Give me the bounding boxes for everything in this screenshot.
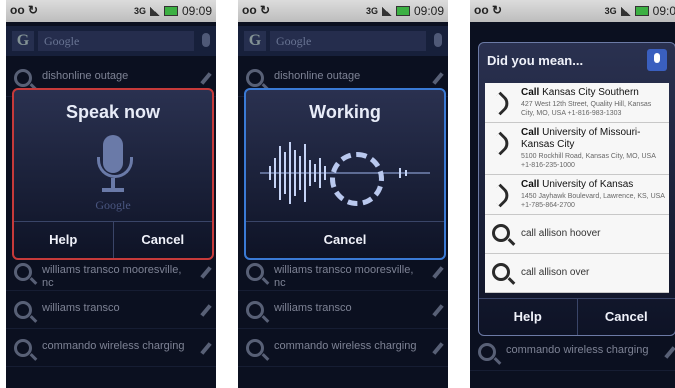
suggestion-item[interactable]: williams transco [238, 292, 448, 329]
query-item[interactable]: call allison over [485, 254, 669, 293]
status-bar: ᴏᴏ ↻ 3G 09:0 [470, 0, 675, 22]
search-icon [246, 301, 264, 319]
voicemail-icon: ᴏᴏ ↻ [474, 3, 503, 17]
phone-screen-working: ᴏᴏ ↻ 3G 09:09 G Google dishonline outage… [238, 0, 448, 388]
search-icon [14, 263, 32, 281]
cancel-button[interactable]: Cancel [246, 222, 444, 258]
suggestion-item[interactable]: commando wireless charging [470, 334, 675, 371]
search-bar: G Google [238, 26, 448, 56]
search-icon [14, 301, 32, 319]
pencil-icon[interactable] [200, 342, 212, 355]
pencil-icon[interactable] [200, 72, 212, 85]
pencil-icon[interactable] [432, 304, 444, 317]
help-button[interactable]: Help [479, 299, 577, 335]
pencil-icon[interactable] [200, 266, 212, 279]
did-you-mean-dialog: Did you mean... Call Kansas City Souther… [478, 42, 675, 336]
status-bar: ᴏᴏ ↻ 3G 09:09 [238, 0, 448, 22]
google-watermark: Google [95, 198, 131, 212]
results-list: Call Kansas City Southern 427 West 12th … [485, 83, 669, 293]
search-icon [492, 263, 510, 281]
spinner-icon [330, 152, 384, 206]
pencil-icon[interactable] [432, 266, 444, 279]
working-dialog: Working Cancel [244, 88, 446, 260]
query-item[interactable]: call allison hoover [485, 215, 669, 254]
battery-icon [634, 6, 649, 16]
signal-icon [149, 6, 160, 16]
speak-now-dialog: Speak now Google Help Cancel [12, 88, 214, 260]
pencil-icon[interactable] [664, 346, 675, 359]
phone-screen-speak-now: ᴏᴏ ↻ 3G 09:09 G Google dishonline outage… [6, 0, 216, 388]
dialog-title: Speak now [65, 102, 161, 122]
call-result-item[interactable]: Call University of Kansas 1450 Jayhawk B… [485, 175, 669, 215]
help-button[interactable]: Help [14, 222, 113, 258]
search-input[interactable]: Google [270, 31, 426, 51]
google-logo-icon: G [12, 31, 34, 51]
call-result-item[interactable]: Call University of Missouri-Kansas City … [485, 123, 669, 175]
network-type: 3G [133, 6, 146, 16]
search-icon [246, 339, 264, 357]
pencil-icon[interactable] [432, 342, 444, 355]
network-type: 3G [604, 6, 617, 16]
phone-icon [488, 91, 513, 116]
search-input[interactable]: Google [38, 31, 194, 51]
mic-icon[interactable] [202, 33, 210, 47]
phone-screen-did-you-mean: ᴏᴏ ↻ 3G 09:0 commando wireless charging … [470, 0, 675, 388]
network-type: 3G [365, 6, 378, 16]
status-bar: ᴏᴏ ↻ 3G 09:09 [6, 0, 216, 22]
pencil-icon[interactable] [432, 72, 444, 85]
google-logo-icon: G [244, 31, 266, 51]
dialog-title: Did you mean... [487, 53, 584, 68]
search-icon [246, 263, 264, 281]
cancel-button[interactable]: Cancel [576, 299, 675, 335]
call-result-item[interactable]: Call Kansas City Southern 427 West 12th … [485, 83, 669, 123]
suggestion-item[interactable]: commando wireless charging [6, 330, 216, 367]
phone-icon [488, 183, 513, 208]
signal-icon [620, 6, 631, 16]
search-icon [492, 224, 510, 242]
mic-icon[interactable] [434, 33, 442, 47]
search-bar: G Google [6, 26, 216, 56]
battery-icon [395, 6, 410, 16]
suggestion-item[interactable]: williams transco [6, 292, 216, 329]
search-icon [478, 343, 496, 361]
suggestion-item[interactable]: commando wireless charging [238, 330, 448, 367]
voicemail-icon: ᴏᴏ ↻ [10, 3, 39, 17]
microphone-icon [95, 135, 133, 192]
pencil-icon[interactable] [200, 304, 212, 317]
clock: 09:09 [181, 4, 212, 18]
search-icon [14, 69, 32, 87]
clock: 09:09 [413, 4, 444, 18]
clock: 09:0 [652, 4, 675, 18]
phone-icon [488, 131, 513, 156]
mic-icon[interactable] [647, 49, 667, 71]
search-icon [246, 69, 264, 87]
battery-icon [163, 6, 178, 16]
signal-icon [381, 6, 392, 16]
cancel-button[interactable]: Cancel [112, 222, 213, 258]
dialog-title: Working [309, 102, 381, 122]
voicemail-icon: ᴏᴏ ↻ [242, 3, 271, 17]
search-icon [14, 339, 32, 357]
